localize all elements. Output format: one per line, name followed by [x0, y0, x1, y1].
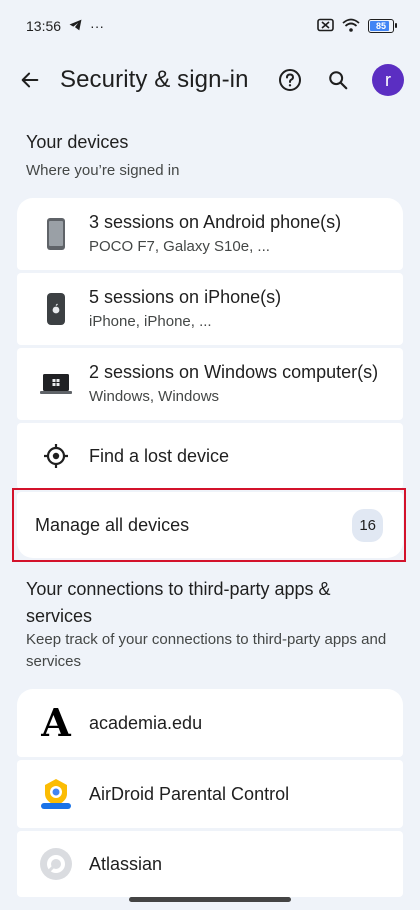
- windows-laptop-icon: [39, 367, 73, 401]
- app-item-name: academia.edu: [89, 713, 203, 733]
- battery-icon: 85: [368, 19, 397, 33]
- atlassian-logo-icon: [39, 847, 73, 881]
- telegram-icon: [69, 18, 82, 34]
- wifi-icon: [342, 18, 360, 35]
- help-icon: [279, 69, 301, 91]
- airdroid-logo-icon: [39, 777, 73, 811]
- back-button[interactable]: [16, 66, 44, 94]
- find-lost-device-item[interactable]: Find a lost device: [17, 423, 403, 489]
- search-icon: [329, 71, 348, 90]
- connections-section-title: Your connections to third-party apps & s…: [26, 579, 331, 626]
- mute-icon: [317, 18, 334, 35]
- battery-level: 85: [375, 21, 386, 31]
- device-item-title: 5 sessions on iPhone(s): [89, 287, 282, 307]
- academia-logo-icon: A: [41, 700, 71, 745]
- devices-section-title: Your devices: [26, 132, 129, 152]
- device-item-android[interactable]: 3 sessions on Android phone(s) POCO F7, …: [17, 198, 403, 270]
- arrow-back-icon: [21, 72, 39, 88]
- avatar[interactable]: r: [372, 64, 404, 96]
- app-bar: Security & sign-in r: [0, 52, 420, 108]
- find-lost-device-label: Find a lost device: [89, 446, 230, 466]
- page-title: Security & sign-in: [60, 66, 249, 93]
- device-item-title: 2 sessions on Windows computer(s): [89, 362, 379, 382]
- device-item-title: 3 sessions on Android phone(s): [89, 212, 342, 232]
- device-item-iphone[interactable]: 5 sessions on iPhone(s) iPhone, iPhone, …: [17, 273, 403, 345]
- devices-section-subtitle: Where you’re signed in: [26, 162, 180, 179]
- search-button[interactable]: [324, 66, 352, 94]
- connections-section-subtitle: Keep track of your connections to third-…: [26, 631, 387, 670]
- status-bar: 13:56 ··· 85: [0, 0, 420, 52]
- app-item-name: AirDroid Parental Control: [89, 784, 290, 804]
- status-time: 13:56: [26, 18, 62, 34]
- manage-all-devices-label: Manage all devices: [35, 515, 190, 535]
- help-button[interactable]: [276, 66, 304, 94]
- iphone-icon: [39, 292, 73, 326]
- android-phone-icon: [39, 217, 73, 251]
- home-indicator[interactable]: [129, 897, 291, 902]
- locate-icon: [39, 439, 73, 473]
- device-item-windows[interactable]: 2 sessions on Windows computer(s) Window…: [17, 348, 403, 420]
- app-item-academia[interactable]: A academia.edu: [17, 689, 403, 757]
- manage-all-devices-item[interactable]: Manage all devices 16: [17, 492, 403, 558]
- app-item-name: Atlassian: [89, 854, 163, 874]
- app-item-airdroid[interactable]: AirDroid Parental Control: [17, 760, 403, 828]
- device-item-subtitle: POCO F7, Galaxy S10e, ...: [89, 238, 270, 255]
- device-item-subtitle: Windows, Windows: [89, 388, 220, 405]
- device-item-subtitle: iPhone, iPhone, ...: [89, 313, 212, 330]
- more-notifications-icon: ···: [90, 18, 105, 34]
- device-count-badge: 16: [352, 508, 383, 542]
- app-item-atlassian[interactable]: Atlassian: [17, 831, 403, 897]
